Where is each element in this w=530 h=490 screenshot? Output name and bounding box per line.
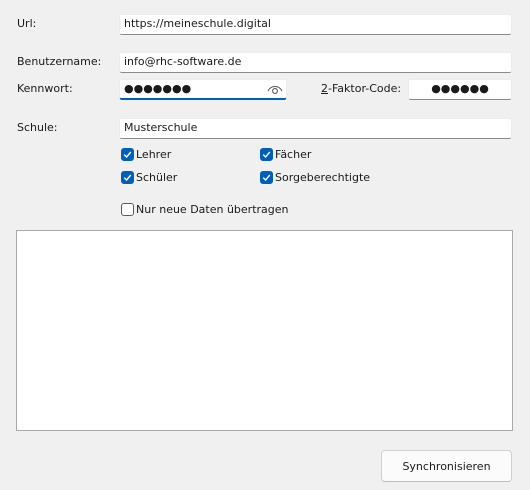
checkbox-label: Lehrer xyxy=(136,147,172,161)
password-value: ●●●●●●● xyxy=(124,82,192,95)
checkbox-label: Fächer xyxy=(275,147,312,161)
school-value: Musterschule xyxy=(124,121,198,134)
password-field[interactable]: ●●●●●●● xyxy=(119,79,287,100)
username-label: Benutzername: xyxy=(17,55,102,68)
url-field[interactable]: https://meineschule.digital xyxy=(119,14,512,35)
synchronize-button-label: Synchronisieren xyxy=(402,459,491,473)
password-label: Kennwort: xyxy=(17,82,73,95)
check-icon xyxy=(260,170,273,184)
twofactor-label: 2-Faktor-Code: xyxy=(321,82,402,95)
checkbox-schueler[interactable]: Schüler xyxy=(121,169,177,185)
url-label: Url: xyxy=(17,17,37,30)
checkbox-box xyxy=(121,202,134,216)
school-field[interactable]: Musterschule xyxy=(119,118,512,139)
synchronize-button[interactable]: Synchronisieren xyxy=(381,450,512,482)
twofactor-value: ●●●●●● xyxy=(431,82,489,95)
checkbox-lehrer[interactable]: Lehrer xyxy=(121,146,171,162)
log-area[interactable] xyxy=(16,230,513,431)
checkbox-only-new[interactable]: Nur neue Daten übertragen xyxy=(121,201,289,217)
twofactor-field[interactable]: ●●●●●● xyxy=(408,79,512,100)
url-value: https://meineschule.digital xyxy=(124,17,271,30)
check-icon xyxy=(260,147,273,161)
username-field[interactable]: info@rhc-software.de xyxy=(119,52,512,73)
check-icon xyxy=(121,147,134,161)
school-label: Schule: xyxy=(17,121,58,134)
eye-icon[interactable] xyxy=(267,82,283,96)
check-icon xyxy=(121,170,134,184)
checkbox-faecher[interactable]: Fächer xyxy=(260,146,311,162)
checkbox-sorgeberechtigte[interactable]: Sorgeberechtigte xyxy=(260,169,370,185)
checkbox-label: Nur neue Daten übertragen xyxy=(136,202,289,216)
checkbox-label: Schüler xyxy=(136,170,178,184)
username-value: info@rhc-software.de xyxy=(124,55,242,68)
checkbox-label: Sorgeberechtigte xyxy=(275,170,371,184)
